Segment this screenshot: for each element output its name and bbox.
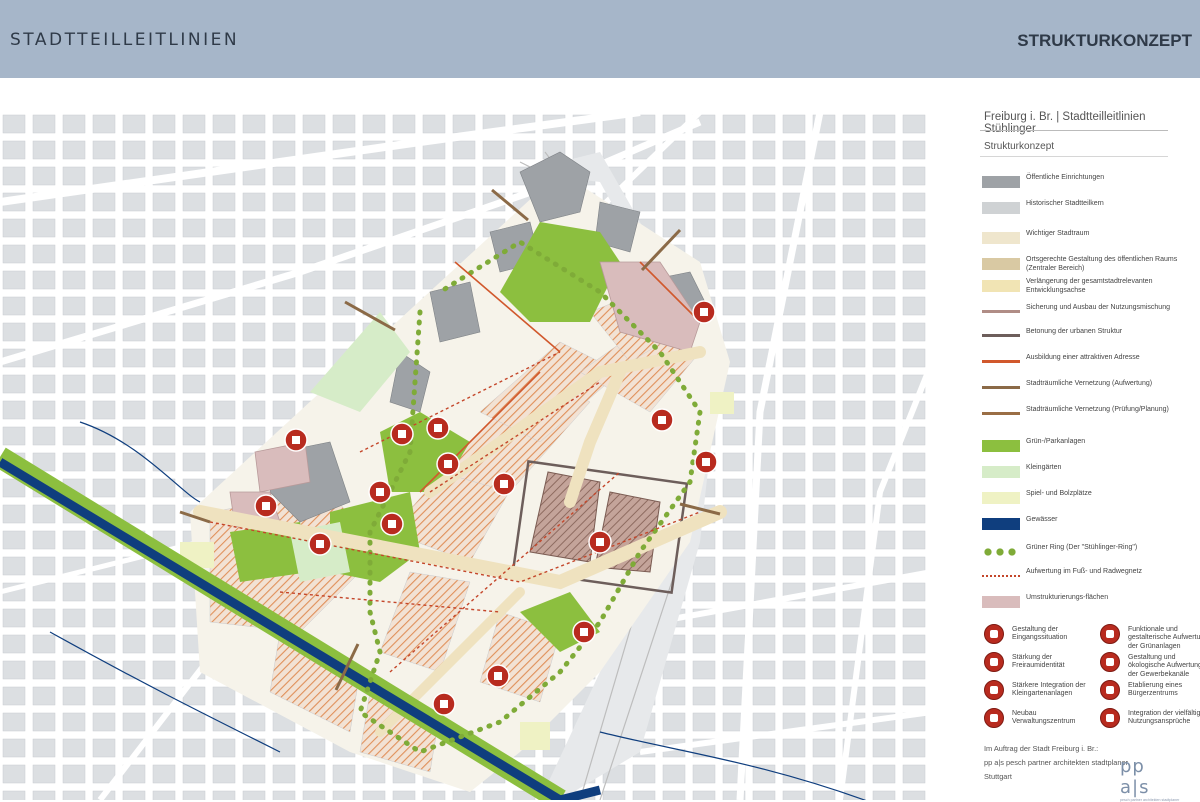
ppas-logo: pp a|s pesch partner architekten stadtpl… [1120,756,1180,802]
legend-swatch [982,202,1020,214]
legend-label: Ausbildung einer attraktiven Adresse [1026,354,1140,361]
legend-label: Betonung der urbanen Struktur [1026,328,1123,335]
legend-swatch [982,440,1020,452]
legend-item: Grün-/Parkanlagen [982,436,1200,458]
legend-item: Öffentliche Einrichtungen [982,172,1200,194]
legend-swatch [982,596,1020,608]
legend-label: Gewässer [1026,516,1058,523]
credit-line: Stuttgart [984,772,1012,781]
gateway-icon [984,624,1004,644]
legend-divider [980,130,1168,131]
legend-item: Sicherung und Ausbau der Nutzungsmischun… [982,302,1200,324]
legend-item: Wichtiger Stadtraum [982,228,1200,250]
legend-swatch [982,232,1020,244]
legend-label: Historischer Stadtteilkern [1026,200,1104,207]
legend-label: Verlängerung der gesamtstadtrelevanten E… [1026,278,1153,294]
legend-item: Betonung der urbanen Struktur [982,326,1200,348]
map-canvas[interactable] [0,112,932,800]
legend-item: Gewässer [982,514,1200,536]
legend-label: Wichtiger Stadtraum [1026,230,1090,237]
legend-label: Stadträumliche Vernetzung (Prüfung/Planu… [1026,406,1169,413]
legend-swatch [982,310,1020,313]
legend-icon-label: Stärkung der Freiraumidentität [1012,654,1065,670]
legend-icon-item: Integration der vielfältigen Nutzungsans… [1100,708,1200,742]
legend-swatch [982,546,1020,558]
map-svg [0,112,932,800]
legend-item: Ortsgerechte Gestaltung des öffentlichen… [982,254,1200,276]
legend-item: Kleingärten [982,462,1200,484]
legend-label: Umstrukturierungs-flächen [1026,594,1109,601]
legend-item: Stadträumliche Vernetzung (Prüfung/Planu… [982,404,1200,426]
logo-subtext: pesch partner architekten stadtplaner [1120,798,1180,802]
legend-label: Aufwertung im Fuß- und Radwegnetz [1026,568,1142,575]
legend-divider [980,156,1168,157]
page-title: STRUKTURKONZEPT [1017,31,1192,50]
legend-item: Grüner Ring (Der "Stühlinger-Ring") [982,542,1200,564]
legend-swatch [982,492,1020,504]
legend-title: Freiburg i. Br. | Stadtteilleitlinien St… [984,111,1146,135]
civic-center-icon [1100,680,1120,700]
legend-icon-label: Funktionale und gestalterische Aufwertun… [1128,626,1200,650]
legend-item: Stadträumliche Vernetzung (Aufwertung) [982,378,1200,400]
legend-swatch [982,466,1020,478]
legend-icon-label: Gestaltung der Eingangssituation [1012,626,1068,642]
legend-swatch [982,360,1020,363]
legend-item: Verlängerung der gesamtstadtrelevanten E… [982,276,1200,298]
legend-item: Umstrukturierungs-flächen [982,592,1200,614]
legend-label: Grün-/Parkanlagen [1026,438,1086,445]
admin-center-icon [984,708,1004,728]
legend-swatch [982,280,1020,292]
legend-item: Aufwertung im Fuß- und Radwegnetz [982,566,1200,588]
open-space-icon [984,652,1004,672]
legend-label: Spiel- und Bolzplätze [1026,490,1092,497]
legend-icon-item: Neubau Verwaltungszentrum [984,708,1096,742]
legend-swatch [982,334,1020,337]
park-upgrade-icon [1100,624,1120,644]
header-bar: STADTTEILLEITLINIEN STRUKTURKONZEPT [0,0,1200,78]
logo-text: pp a|s [1120,756,1150,798]
credit-line: Im Auftrag der Stadt Freiburg i. Br.: [984,744,1099,753]
legend-panel: Freiburg i. Br. | Stadtteilleitlinien St… [948,100,1200,802]
legend-swatch [982,412,1020,415]
legend-label: Öffentliche Einrichtungen [1026,174,1105,181]
legend-icon-label: Etablierung eines Bürgerzentrums [1128,682,1183,698]
legend-label: Stadträumliche Vernetzung (Aufwertung) [1026,380,1153,387]
credit-line: pp a|s pesch partner architekten stadtpl… [984,758,1129,767]
legend-label: Grüner Ring (Der "Stühlinger-Ring") [1026,544,1138,551]
allotment-icon [984,680,1004,700]
credits: Im Auftrag der Stadt Freiburg i. Br.: pp… [984,742,1128,784]
legend-label: Sicherung und Ausbau der Nutzungsmischun… [1026,304,1170,311]
mixed-use-icon [1100,708,1120,728]
legend-item: Historischer Stadtteilkern [982,198,1200,220]
legend-swatch [982,258,1020,270]
legend-subtitle: Strukturkonzept [984,141,1055,152]
legend-label: Ortsgerechte Gestaltung des öffentlichen… [1026,256,1178,272]
legend-swatch [982,176,1020,188]
legend-swatch [982,518,1020,530]
legend-swatch [982,386,1020,389]
legend-icon-label: Gestaltung und ökologische Aufwertung de… [1128,654,1200,678]
legend-icon-label: Neubau Verwaltungszentrum [1012,710,1076,726]
legend-label: Kleingärten [1026,464,1062,471]
legend-icon-label: Stärkere Integration der Kleingartenanla… [1012,682,1086,698]
legend-swatch [982,575,1020,577]
legend-item: Spiel- und Bolzplätze [982,488,1200,510]
section-title: STADTTEILLEITLINIEN [10,30,240,50]
legend-item: Ausbildung einer attraktiven Adresse [982,352,1200,374]
canal-icon [1100,652,1120,672]
legend-icon-label: Integration der vielfältigen Nutzungsans… [1128,710,1200,726]
